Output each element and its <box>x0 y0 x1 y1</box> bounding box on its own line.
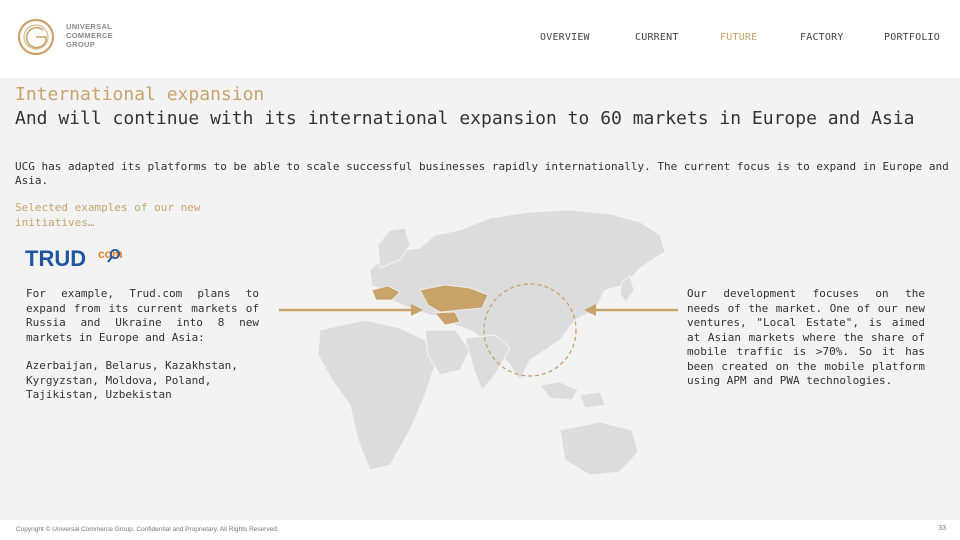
nav-portfolio[interactable]: PORTFOLIO <box>884 32 940 43</box>
examples-label: Selected examples of our new initiatives… <box>15 201 201 229</box>
nav-factory[interactable]: FACTORY <box>800 32 844 43</box>
uzbekistan-highlight <box>434 311 461 326</box>
trud-logo[interactable]: TRUD com <box>25 243 135 271</box>
nav-overview[interactable]: OVERVIEW <box>540 32 590 43</box>
lead-paragraph: UCG has adapted its platforms to be able… <box>15 160 949 187</box>
logo-line-1: UNIVERSAL <box>66 22 113 31</box>
logo-line-2: COMMERCE <box>66 31 113 40</box>
nav-current[interactable]: CURRENT <box>635 32 679 43</box>
section-kicker: International expansion <box>15 84 265 105</box>
india-landmass <box>464 334 511 391</box>
trud-logo-word: TRUD <box>25 246 86 271</box>
trud-logo-icon: TRUD com <box>25 246 123 271</box>
logo-line-3: GROUP <box>66 40 96 49</box>
nav-future[interactable]: FUTURE <box>720 32 757 43</box>
world-map <box>317 209 666 476</box>
logo-wordmark: UNIVERSAL COMMERCE GROUP <box>66 22 113 49</box>
page-number: 33 <box>938 525 946 532</box>
trud-countries-list: Azerbaijan, Belarus, Kazakhstan, Kyrgyzs… <box>26 359 238 401</box>
copyright-text: Copyright © Universal Commerce Group. Co… <box>16 526 279 533</box>
africa-landmass <box>317 319 436 471</box>
ucg-logo[interactable]: UNIVERSAL COMMERCE GROUP <box>16 16 126 58</box>
right-arrow-icon <box>584 304 678 316</box>
logo-mark-icon <box>17 18 55 56</box>
trud-expansion-text: For example, Trud.com plans to expand fr… <box>26 287 259 344</box>
local-estate-text: Our development focuses on the needs of … <box>687 287 925 387</box>
australia-landmass <box>559 421 639 476</box>
left-arrow-icon <box>279 304 423 316</box>
se-asia-islands <box>539 381 606 409</box>
page-title: And will continue with its international… <box>15 108 915 129</box>
